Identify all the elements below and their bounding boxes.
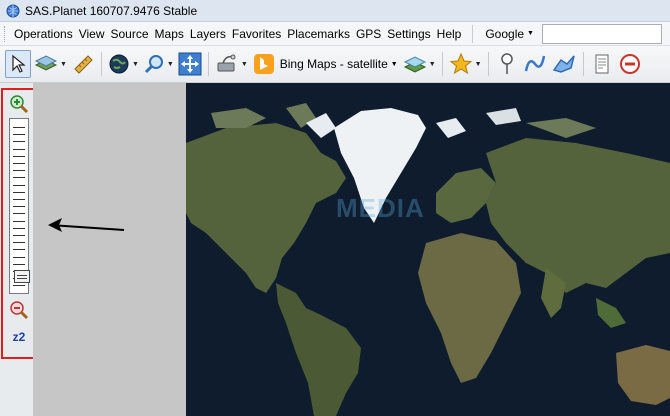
magnifier-icon (144, 55, 163, 74)
notes-icon (595, 54, 609, 74)
zoom-tick (13, 220, 25, 222)
map-layers-button[interactable]: ▼ (402, 50, 437, 78)
search-provider-label: Google (485, 26, 525, 41)
menu-view[interactable]: View (76, 23, 108, 45)
add-polygon-button[interactable] (550, 50, 578, 78)
toolbar-separator (207, 52, 209, 76)
menu-grip[interactable] (4, 25, 8, 42)
chevron-down-icon: ▼ (474, 60, 482, 68)
map-layers-icon (403, 56, 426, 73)
zoom-out-icon[interactable] (9, 300, 29, 320)
toolbar-separator (487, 52, 489, 76)
title-bar: SAS.Planet 160707.9476 Stable (0, 0, 670, 22)
stop-icon (619, 54, 640, 74)
stop-button[interactable] (617, 50, 643, 78)
zoom-in-icon[interactable] (9, 94, 29, 114)
chevron-down-icon: ▼ (166, 60, 174, 68)
path-icon (524, 55, 545, 72)
chevron-down-icon: ▼ (60, 60, 67, 68)
zoom-tick (13, 155, 25, 157)
map-view[interactable]: MEDIA (186, 83, 670, 416)
chevron-down-icon: ▼ (390, 60, 398, 68)
zoom-tick (13, 177, 25, 179)
favorites-button[interactable]: ▼ (448, 50, 483, 78)
menu-operations[interactable]: Operations (11, 23, 76, 45)
bing-logo-icon (253, 54, 274, 74)
zoom-tick (13, 148, 25, 150)
zoom-tick (13, 170, 25, 172)
zoom-tick (13, 263, 25, 265)
search-input[interactable] (541, 23, 662, 44)
menu-help[interactable]: Help (434, 23, 465, 45)
cursor-icon (12, 54, 26, 73)
world-map (186, 83, 670, 416)
zoom-tick (13, 235, 25, 236)
add-path-button[interactable] (522, 50, 548, 78)
zoom-tick (13, 191, 25, 193)
menu-source[interactable]: Source (108, 23, 152, 45)
zoom-tick (13, 141, 25, 143)
chevron-down-icon: ▼ (240, 60, 248, 68)
star-icon (449, 52, 472, 75)
toolbar-separator (582, 52, 584, 76)
globe-icon (109, 54, 129, 74)
zoom-tick (13, 206, 25, 208)
chevron-down-icon: ▼ (428, 60, 436, 68)
menu-maps[interactable]: Maps (152, 23, 187, 45)
menu-layers[interactable]: Layers (187, 23, 229, 45)
map-source-dropdown[interactable]: Bing Maps - satellite ▼ (250, 50, 401, 78)
zoom-tick (13, 213, 25, 215)
map-watermark: MEDIA (336, 193, 425, 223)
menu-gps[interactable]: GPS (353, 23, 384, 45)
zoom-tick (13, 242, 25, 244)
satellite-dish-icon (217, 54, 236, 72)
toolbar-separator (441, 52, 443, 76)
window-title: SAS.Planet 160707.9476 Stable (25, 3, 198, 18)
menu-bar: Operations View Source Maps Layers Favor… (0, 22, 670, 46)
zoom-search-button[interactable]: ▼ (142, 50, 175, 78)
gps-source-button[interactable]: ▼ (214, 50, 249, 78)
layers-icon (34, 55, 58, 71)
zoom-tick (13, 249, 25, 251)
polygon-icon (552, 55, 575, 73)
toolbar-separator (100, 52, 102, 76)
zoom-tick (13, 184, 25, 186)
zoom-tick (13, 227, 25, 229)
placemarks-list-button[interactable] (589, 50, 615, 78)
select-tool-button[interactable] (5, 50, 31, 78)
chevron-down-icon: ▼ (131, 60, 139, 68)
menu-settings[interactable]: Settings (384, 23, 433, 45)
layers-button[interactable]: ▼ (33, 50, 68, 78)
zoom-tick (13, 256, 25, 258)
chevron-down-icon: ▼ (527, 30, 534, 37)
globe-app-icon (6, 4, 20, 17)
search-provider-dropdown[interactable]: Google ▼ (481, 25, 538, 43)
fullscreen-icon (178, 52, 202, 76)
zoom-slider-thumb[interactable] (14, 270, 30, 284)
zoom-level-label: z2 (12, 330, 26, 344)
pin-icon (500, 53, 513, 74)
map-source-label: Bing Maps - satellite (279, 57, 388, 71)
zoom-slider[interactable] (9, 118, 30, 294)
ruler-icon (74, 55, 93, 74)
zoom-tick (13, 163, 25, 164)
annotation-arrow-icon (48, 218, 125, 232)
zoom-tick (13, 134, 25, 136)
main-toolbar: ▼ ▼ ▼ ▼ Bing Maps - satellite ▼ ▼ ▼ (0, 46, 670, 83)
menu-separator (472, 24, 474, 43)
fullscreen-button[interactable] (177, 50, 203, 78)
zoom-tick (13, 199, 25, 200)
zoom-control-panel: z2 (1, 88, 37, 359)
ruler-button[interactable] (70, 50, 96, 78)
globe-button[interactable]: ▼ (107, 50, 140, 78)
menu-favorites[interactable]: Favorites (229, 23, 284, 45)
zoom-tick (13, 285, 25, 287)
add-placemark-button[interactable] (494, 50, 520, 78)
zoom-tick (13, 127, 25, 128)
empty-map-area (33, 83, 186, 416)
menu-placemarks[interactable]: Placemarks (284, 23, 353, 45)
